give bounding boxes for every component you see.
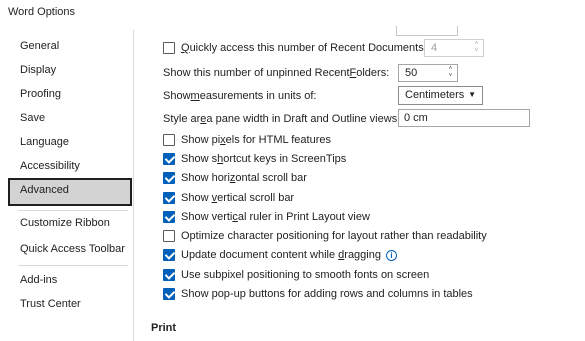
unpinned-folders-value: 50 <box>405 67 418 79</box>
sidebar-item-add-ins[interactable]: Add-ins <box>8 268 132 292</box>
style-area-width-label: Style ar e a pane width in Draft and Outli… <box>163 113 401 125</box>
measurement-units-label: Show m easurements in units of: <box>163 90 317 102</box>
checkbox[interactable] <box>163 288 175 300</box>
checkbox[interactable] <box>163 153 175 165</box>
option-optimize-character-positioning[interactable]: Optimize character positioning for layou… <box>163 227 487 245</box>
option-label: Show pixels for HTML features <box>181 134 331 146</box>
measurement-units-dropdown[interactable]: Centimeters ▼ <box>398 86 483 105</box>
options-sidebar: General Display Proofing Save Language A… <box>8 30 134 341</box>
option-label: Update document content while dragging <box>181 249 381 261</box>
option-show-pixels-html[interactable]: Show pixels for HTML features <box>163 131 331 149</box>
option-label: Show vertical ruler in Print Layout view <box>181 211 370 223</box>
option-show-popup-buttons-tables[interactable]: Show pop-up buttons for adding rows and … <box>163 285 473 303</box>
chevron-down-icon: ▼ <box>468 90 476 99</box>
sidebar-item-trust-center[interactable]: Trust Center <box>8 292 132 316</box>
checkbox[interactable] <box>163 134 175 146</box>
option-subpixel-positioning[interactable]: Use subpixel positioning to smooth fonts… <box>163 266 429 284</box>
option-show-horizontal-scroll-bar[interactable]: Show horizontal scroll bar <box>163 169 307 187</box>
options-content: Quickly access this number of Recent Doc… <box>135 26 585 341</box>
quick-access-recent-documents-option[interactable]: Quickly access this number of Recent Doc… <box>163 39 427 57</box>
option-label: Show shortcut keys in ScreenTips <box>181 153 347 165</box>
section-heading-print: Print <box>151 322 177 334</box>
quick-access-label: Quickly access this number of Recent Doc… <box>181 42 427 54</box>
sidebar-item-advanced[interactable]: Advanced <box>8 178 132 206</box>
option-label: Show vertical scroll bar <box>181 192 295 204</box>
window-title: Word Options <box>8 6 76 18</box>
option-show-shortcut-keys[interactable]: Show shortcut keys in ScreenTips <box>163 150 346 168</box>
clipped-control-above <box>396 26 458 36</box>
sidebar-divider <box>18 265 128 266</box>
style-area-width-field[interactable] <box>398 109 530 127</box>
sidebar-item-accessibility[interactable]: Accessibility <box>8 154 132 178</box>
sidebar-item-proofing[interactable]: Proofing <box>8 82 132 106</box>
unpinned-folders-label: Show this number of unpinned Recent Fold… <box>163 67 390 79</box>
sidebar-item-language[interactable]: Language <box>8 130 132 154</box>
recent-documents-count-value: 4 <box>431 42 438 54</box>
option-label: Show horizontal scroll bar <box>181 172 307 184</box>
checkbox[interactable] <box>163 172 175 184</box>
option-label: Optimize character positioning for layou… <box>181 230 487 242</box>
option-label: Show pop-up buttons for adding rows and … <box>181 288 473 300</box>
measurement-units-value: Centimeters <box>405 89 465 101</box>
option-show-vertical-scroll-bar[interactable]: Show vertical scroll bar <box>163 189 294 207</box>
option-label: Use subpixel positioning to smooth fonts… <box>181 269 430 281</box>
sidebar-item-general[interactable]: General <box>8 34 132 58</box>
checkbox[interactable] <box>163 211 175 223</box>
option-show-vertical-ruler[interactable]: Show vertical ruler in Print Layout view <box>163 208 370 226</box>
sidebar-item-quick-access-toolbar[interactable]: Quick Access Toolbar <box>8 237 132 261</box>
checkbox[interactable] <box>163 249 175 261</box>
spin-arrows-icon[interactable]: ˄ ˅ <box>472 41 481 55</box>
title-bar: Word Options <box>0 0 585 26</box>
recent-documents-count-spinner[interactable]: 4 ˄ ˅ <box>424 39 484 57</box>
option-update-content-while-dragging[interactable]: Update document content while dragging i <box>163 246 397 264</box>
checkbox[interactable] <box>163 230 175 242</box>
info-icon[interactable]: i <box>385 249 397 261</box>
checkbox[interactable] <box>163 269 175 281</box>
sidebar-item-customize-ribbon[interactable]: Customize Ribbon <box>8 211 132 235</box>
quick-access-checkbox[interactable] <box>163 42 175 54</box>
spin-arrows-icon[interactable]: ˄ ˅ <box>446 66 455 80</box>
style-area-width-input[interactable] <box>399 110 529 126</box>
unpinned-folders-spinner[interactable]: 50 ˄ ˅ <box>398 64 458 82</box>
sidebar-item-display[interactable]: Display <box>8 58 132 82</box>
checkbox[interactable] <box>163 192 175 204</box>
sidebar-item-save[interactable]: Save <box>8 106 132 130</box>
